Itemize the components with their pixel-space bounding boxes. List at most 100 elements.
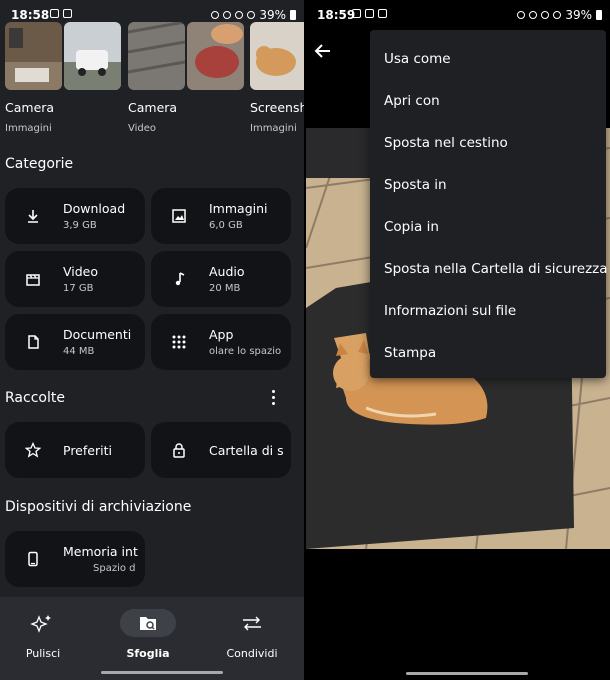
category-documents[interactable]: Documenti 44 MB: [5, 314, 145, 370]
storage-title: Memoria int: [63, 544, 138, 559]
apps-grid-icon: [172, 335, 186, 349]
music-note-icon: [175, 272, 185, 286]
album-thumbnail[interactable]: [5, 22, 62, 90]
nav-browse[interactable]: Sfoglia: [98, 609, 198, 660]
document-icon: [28, 335, 39, 349]
mute-icon: [541, 11, 550, 19]
more-options-icon[interactable]: [269, 389, 277, 405]
bluetooth-icon: [223, 11, 232, 19]
gesture-handle: [101, 671, 223, 674]
album-type: Video: [128, 123, 157, 134]
album-camera-video[interactable]: Camera Video: [128, 100, 177, 134]
alarm-icon: [211, 11, 220, 19]
status-time: 18:59: [317, 8, 356, 22]
image-icon: [172, 209, 186, 223]
notification-icon: [63, 9, 72, 18]
browse-folder-icon: [120, 609, 176, 637]
gesture-handle: [406, 672, 528, 675]
collection-favorites[interactable]: Preferiti: [5, 422, 145, 478]
battery-level: 39%: [259, 8, 286, 22]
category-title: Video: [63, 264, 99, 279]
recent-albums-thumbnails: [0, 22, 304, 94]
lock-icon: [173, 443, 185, 458]
nav-label: Pulisci: [25, 647, 61, 660]
notification-icons: [352, 9, 387, 18]
signal-icon: [553, 11, 562, 19]
storage-subtitle: Spazio d: [93, 563, 136, 574]
status-right: 39%: [517, 8, 602, 22]
phone-icon: [28, 551, 38, 567]
album-name: Screenshe: [250, 100, 304, 115]
category-title: Audio: [209, 264, 245, 279]
status-time: 18:58: [11, 8, 50, 22]
status-bar: 18:59 39%: [306, 0, 610, 30]
category-title: App: [209, 327, 234, 342]
download-icon: [28, 210, 38, 223]
gallery-notification-icon: [352, 9, 361, 18]
status-right: 39%: [211, 8, 296, 22]
category-title: Documenti: [63, 327, 132, 342]
menu-item-print[interactable]: Stampa: [384, 345, 436, 361]
notification-icon: [378, 9, 387, 18]
battery-level: 39%: [565, 8, 592, 22]
album-thumbnail[interactable]: [187, 22, 244, 90]
category-images[interactable]: Immagini 6,0 GB: [151, 188, 291, 244]
category-apps[interactable]: App olare lo spazio: [151, 314, 291, 370]
photo-viewer-screen: 18:59 39% Usa come Apri con Sposta nel c…: [306, 0, 610, 680]
nav-share[interactable]: Condividi: [202, 609, 302, 660]
back-arrow-icon[interactable]: [314, 42, 332, 60]
gallery-notification-icon: [50, 9, 59, 18]
bluetooth-icon: [529, 11, 538, 19]
album-thumbnail[interactable]: [64, 22, 121, 90]
signal-icon: [247, 11, 256, 19]
storage-heading: Dispositivi di archiviazione: [5, 499, 192, 515]
video-icon: [26, 274, 40, 286]
menu-item-move-to[interactable]: Sposta in: [384, 177, 447, 193]
album-thumbnail[interactable]: [128, 22, 185, 90]
category-title: Immagini: [209, 201, 268, 216]
alarm-icon: [517, 11, 526, 19]
files-browse-screen: 18:58 39% Camera Immagini Camera Video S…: [0, 0, 304, 680]
menu-item-file-info[interactable]: Informazioni sul file: [384, 303, 516, 319]
menu-item-open-with[interactable]: Apri con: [384, 93, 440, 109]
sparkle-icon: [15, 609, 71, 637]
category-size: 20 MB: [209, 283, 241, 294]
menu-item-move-to-trash[interactable]: Sposta nel cestino: [384, 135, 508, 151]
category-size: 17 GB: [63, 283, 94, 294]
album-thumbnail[interactable]: [250, 22, 304, 90]
storage-internal[interactable]: Memoria int Spazio d: [5, 531, 145, 587]
album-name: Camera: [128, 100, 178, 115]
star-icon: [25, 442, 41, 458]
album-type: Immagini: [250, 123, 297, 134]
collections-heading: Raccolte: [5, 390, 65, 406]
category-audio[interactable]: Audio 20 MB: [151, 251, 291, 307]
category-size: 44 MB: [63, 346, 95, 357]
category-subtitle: olare lo spazio: [209, 346, 282, 357]
album-screenshots[interactable]: Screenshe Immagini: [250, 100, 304, 134]
notification-icon: [365, 9, 374, 18]
category-video[interactable]: Video 17 GB: [5, 251, 145, 307]
category-download[interactable]: Download 3,9 GB: [5, 188, 145, 244]
album-camera-images[interactable]: Camera Immagini: [5, 100, 54, 134]
collection-safe-folder[interactable]: Cartella di s: [151, 422, 291, 478]
battery-icon: [596, 10, 602, 20]
menu-item-move-to-safe-folder[interactable]: Sposta nella Cartella di sicurezza: [384, 261, 608, 277]
menu-item-copy-to[interactable]: Copia in: [384, 219, 439, 235]
menu-item-use-as[interactable]: Usa come: [384, 51, 451, 67]
battery-icon: [290, 10, 296, 20]
context-menu: Usa come Apri con Sposta nel cestino Spo…: [370, 30, 608, 378]
album-name: Camera: [5, 100, 55, 115]
collection-title: Preferiti: [63, 443, 112, 458]
nav-clean[interactable]: Pulisci: [0, 609, 93, 660]
album-type: Immagini: [5, 123, 52, 134]
collection-title: Cartella di s: [209, 443, 284, 458]
nav-label: Sfoglia: [126, 647, 170, 660]
categories-heading: Categorie: [5, 156, 74, 172]
share-swap-icon: [224, 609, 280, 637]
category-size: 6,0 GB: [209, 220, 243, 231]
nav-label: Condividi: [226, 647, 278, 660]
category-title: Download: [63, 201, 126, 216]
category-size: 3,9 GB: [63, 220, 97, 231]
bottom-navigation: Pulisci Sfoglia Condividi: [0, 597, 304, 680]
notification-icons: [50, 9, 72, 18]
